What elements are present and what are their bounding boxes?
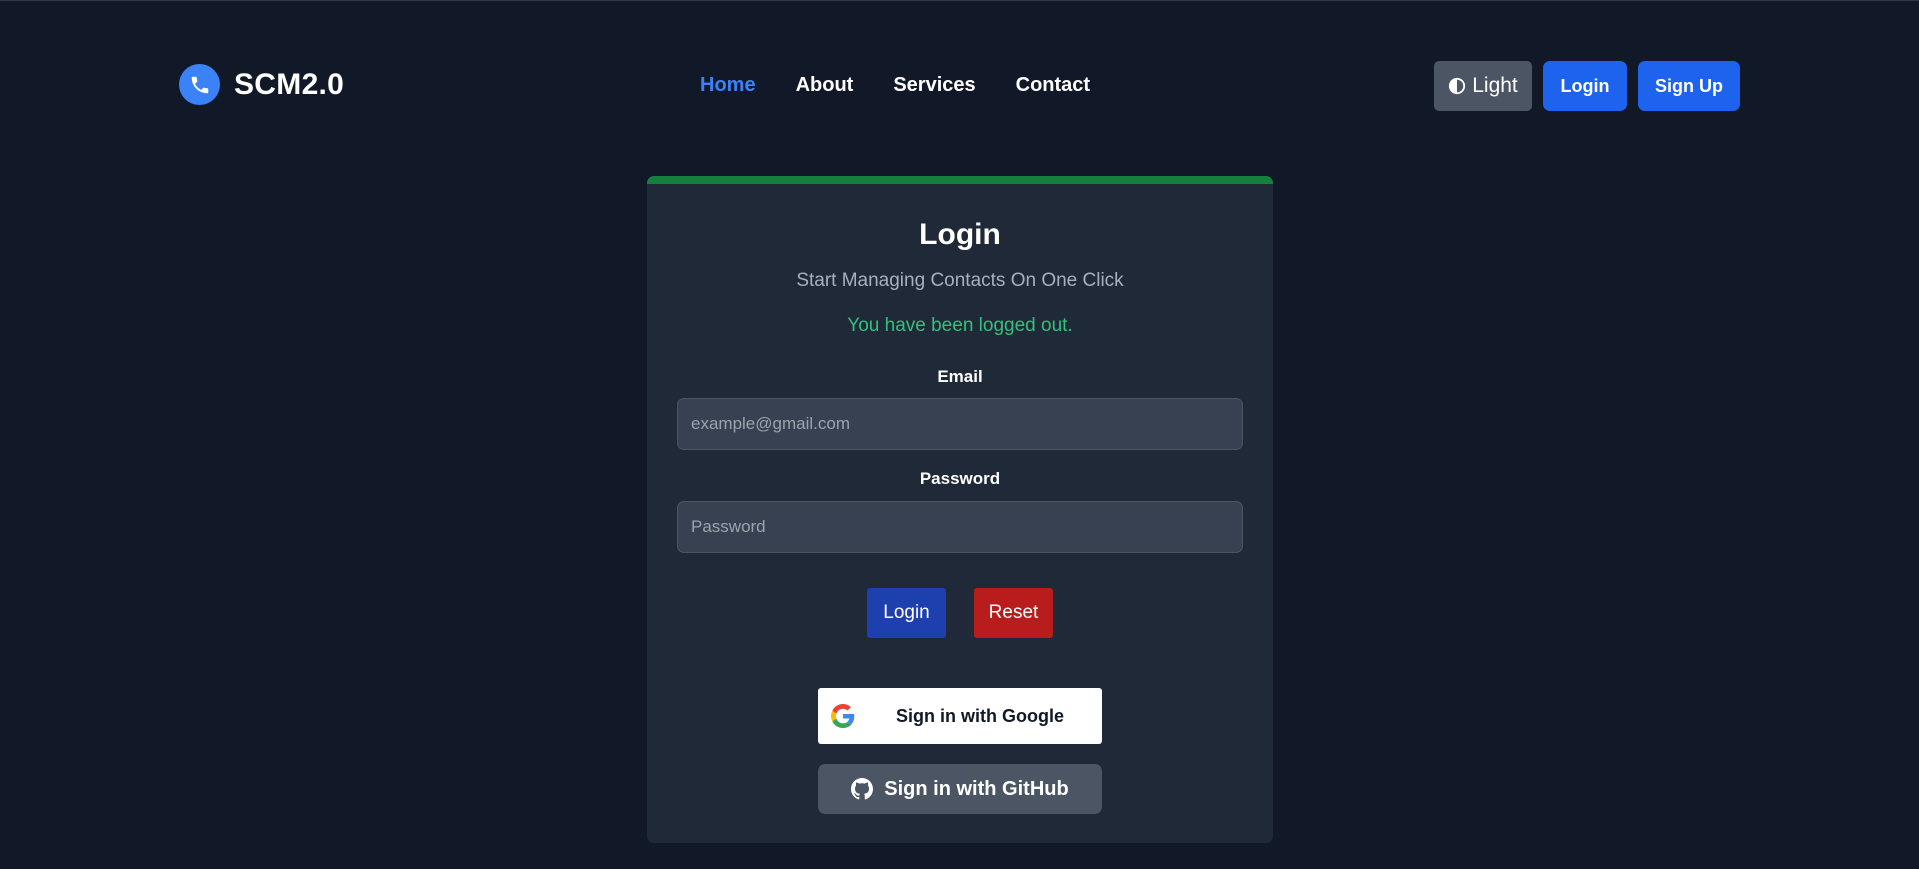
logout-message: You have been logged out. <box>847 315 1073 336</box>
brand-name: SCM2.0 <box>234 67 345 101</box>
login-submit-button[interactable]: Login <box>867 588 946 638</box>
contrast-icon <box>1449 77 1466 95</box>
password-field[interactable] <box>677 501 1243 553</box>
main-nav: Home About Services Contact <box>700 74 1130 97</box>
google-icon <box>831 704 855 728</box>
nav-contact-link[interactable]: Contact <box>1016 74 1090 97</box>
header-signup-button[interactable]: Sign Up <box>1638 61 1740 111</box>
top-border <box>0 0 1919 1</box>
github-signin-label: Sign in with GitHub <box>884 777 1069 800</box>
nav-about-link[interactable]: About <box>796 74 854 97</box>
header-actions: Light Login Sign Up <box>1434 61 1740 111</box>
theme-toggle-button[interactable]: Light <box>1434 61 1532 111</box>
reset-button[interactable]: Reset <box>974 588 1053 638</box>
email-field[interactable] <box>677 398 1243 450</box>
card-accent-bar <box>647 176 1273 184</box>
header-login-button[interactable]: Login <box>1543 61 1627 111</box>
login-title: Login <box>919 218 1001 251</box>
form-buttons: Login Reset <box>647 588 1273 638</box>
theme-toggle-label: Light <box>1472 74 1518 97</box>
phone-icon <box>179 64 220 105</box>
login-subtitle: Start Managing Contacts On One Click <box>796 270 1124 291</box>
google-signin-label: Sign in with Google <box>896 705 1064 726</box>
brand-logo-link[interactable]: SCM2.0 <box>179 64 344 105</box>
google-signin-button[interactable]: Sign in with Google <box>818 688 1102 744</box>
github-signin-button[interactable]: Sign in with GitHub <box>818 764 1102 814</box>
nav-home-link[interactable]: Home <box>700 74 756 97</box>
github-icon <box>851 778 874 800</box>
password-label: Password <box>919 469 1001 488</box>
login-card: Login Start Managing Contacts On One Cli… <box>647 176 1273 843</box>
email-label: Email <box>937 367 983 386</box>
nav-services-link[interactable]: Services <box>893 74 975 97</box>
